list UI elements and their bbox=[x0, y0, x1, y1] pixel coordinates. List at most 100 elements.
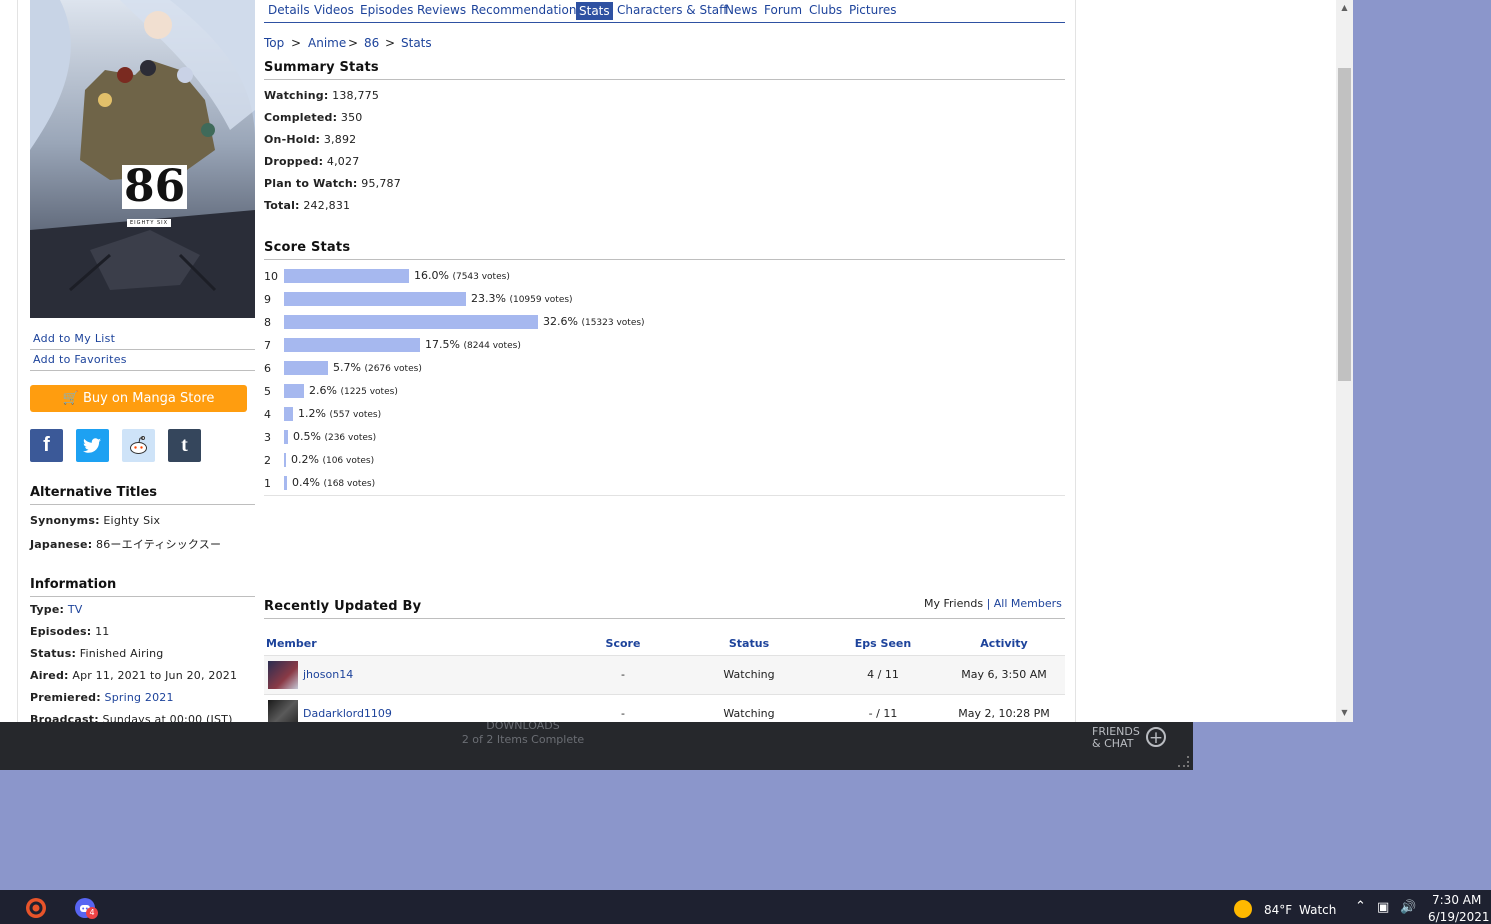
add-friend-icon[interactable]: + bbox=[1146, 727, 1166, 748]
score-bar bbox=[284, 269, 409, 283]
synonyms-label: Synonyms: bbox=[30, 514, 100, 527]
episodes-value: 11 bbox=[95, 625, 110, 638]
all-members-link[interactable]: All Members bbox=[994, 597, 1062, 610]
tab-news[interactable]: News bbox=[725, 3, 757, 17]
score-percent: 16.0% bbox=[414, 269, 449, 282]
tab-episodes[interactable]: Episodes bbox=[360, 3, 413, 17]
twitter-share-icon[interactable] bbox=[76, 429, 109, 462]
score-percent: 0.2% bbox=[291, 453, 319, 466]
avatar[interactable] bbox=[268, 700, 298, 722]
discord-badge: 4 bbox=[86, 907, 98, 919]
summary-total: Total: 242,831 bbox=[264, 199, 350, 212]
breadcrumb-separator: > bbox=[348, 36, 359, 50]
summary-on-hold: On-Hold: 3,892 bbox=[264, 133, 356, 146]
clock-time[interactable]: 7:30 AM bbox=[1432, 893, 1481, 907]
score-percent-label: 2.6% (1225 votes) bbox=[309, 384, 398, 397]
reddit-share-icon[interactable] bbox=[122, 429, 155, 462]
score-percent-label: 5.7% (2676 votes) bbox=[333, 361, 422, 374]
buy-button-label: Buy on Manga Store bbox=[82, 391, 215, 406]
resize-grip-icon[interactable] bbox=[1178, 756, 1189, 767]
poster-title: 86 bbox=[122, 161, 188, 212]
summary-plan-to-watch: Plan to Watch: 95,787 bbox=[264, 177, 401, 190]
score-bar bbox=[284, 315, 538, 329]
volume-icon[interactable]: 🔊 bbox=[1400, 900, 1416, 915]
score-votes: (2676 votes) bbox=[364, 364, 422, 374]
buy-on-manga-store-button[interactable]: 🛒 Buy on Manga Store bbox=[30, 385, 247, 412]
clock-date[interactable]: 6/19/2021 bbox=[1428, 910, 1490, 924]
origin-app-icon[interactable] bbox=[26, 898, 46, 918]
taskbar: 4 84°F Watch ⌃ ▣ 🔊 7:30 AM 6/19/2021 bbox=[0, 890, 1491, 924]
avatar[interactable] bbox=[268, 661, 298, 689]
premiered-link[interactable]: Spring 2021 bbox=[105, 691, 174, 704]
score-percent-label: 16.0% (7543 votes) bbox=[414, 269, 510, 282]
column-score[interactable]: Score bbox=[590, 637, 656, 650]
divider bbox=[264, 618, 1065, 619]
breadcrumb-stats[interactable]: Stats bbox=[401, 36, 432, 50]
downloads-status: 2 of 2 Items Complete bbox=[461, 733, 585, 746]
weather-label[interactable]: Watch bbox=[1299, 903, 1336, 917]
score-percent-label: 0.5% (236 votes) bbox=[293, 430, 376, 443]
score-value: 8 bbox=[264, 316, 271, 329]
tab-recommendations[interactable]: Recommendations bbox=[471, 3, 583, 17]
tab-pictures[interactable]: Pictures bbox=[849, 3, 897, 17]
column-activity[interactable]: Activity bbox=[964, 637, 1044, 650]
vertical-scrollbar[interactable]: ▲ ▼ bbox=[1336, 0, 1353, 722]
add-to-my-list-link[interactable]: Add to My List bbox=[33, 332, 115, 345]
browser-window: 86 EIGHTY SIX Add to My List Add to Favo… bbox=[0, 0, 1353, 722]
recently-updated-heading: Recently Updated By bbox=[264, 599, 422, 614]
tab-characters-staff[interactable]: Characters & Staff bbox=[617, 3, 727, 17]
weather-sun-icon[interactable] bbox=[1234, 900, 1252, 918]
japanese-value: 86ーエイティシックスー bbox=[96, 538, 222, 551]
score-votes: (7543 votes) bbox=[452, 272, 510, 282]
tab-details[interactable]: Details bbox=[268, 3, 310, 17]
score-percent-label: 1.2% (557 votes) bbox=[298, 407, 381, 420]
scrollbar-thumb[interactable] bbox=[1338, 68, 1351, 381]
divider bbox=[264, 259, 1065, 260]
episodes-row: Episodes: 11 bbox=[30, 625, 109, 638]
divider bbox=[30, 370, 255, 371]
friends-chat-button[interactable]: FRIENDS & CHAT bbox=[1092, 726, 1140, 750]
divider bbox=[30, 596, 255, 597]
tumblr-share-icon[interactable]: t bbox=[168, 429, 201, 462]
summary-label: On-Hold: bbox=[264, 133, 321, 146]
chevron-up-icon[interactable]: ⌃ bbox=[1355, 899, 1366, 914]
breadcrumb-anime[interactable]: Anime bbox=[308, 36, 346, 50]
scroll-up-icon[interactable]: ▲ bbox=[1336, 3, 1353, 12]
tab-forum[interactable]: Forum bbox=[764, 3, 802, 17]
network-icon[interactable]: ▣ bbox=[1377, 900, 1389, 915]
add-to-favorites-link[interactable]: Add to Favorites bbox=[33, 353, 127, 366]
poster-subtitle: EIGHTY SIX bbox=[127, 219, 172, 227]
type-link[interactable]: TV bbox=[68, 603, 83, 616]
discord-app-icon[interactable]: 4 bbox=[75, 898, 98, 919]
poster-art bbox=[30, 0, 255, 318]
divider bbox=[30, 349, 255, 350]
my-friends-link[interactable]: My Friends bbox=[924, 597, 983, 610]
member-link[interactable]: Dadarklord1109 bbox=[303, 707, 392, 720]
tab-videos[interactable]: Videos bbox=[314, 3, 354, 17]
column-member[interactable]: Member bbox=[266, 637, 317, 650]
member-status: Watching bbox=[723, 707, 775, 720]
aired-value: Apr 11, 2021 to Jun 20, 2021 bbox=[72, 669, 238, 682]
score-percent-label: 23.3% (10959 votes) bbox=[471, 292, 573, 305]
breadcrumb-separator: > bbox=[385, 36, 396, 50]
score-stats-heading: Score Stats bbox=[264, 240, 351, 255]
facebook-share-icon[interactable]: f bbox=[30, 429, 63, 462]
summary-value: 95,787 bbox=[361, 177, 401, 190]
member-link[interactable]: jhoson14 bbox=[303, 668, 353, 681]
breadcrumb-top[interactable]: Top bbox=[264, 36, 284, 50]
column-eps-seen[interactable]: Eps Seen bbox=[843, 637, 923, 650]
score-percent: 32.6% bbox=[543, 315, 578, 328]
tab-stats[interactable]: Stats bbox=[576, 2, 613, 20]
score-bar bbox=[284, 292, 466, 306]
tab-reviews[interactable]: Reviews bbox=[417, 3, 466, 17]
broadcast-value: Sundays at 00:00 (JST) bbox=[102, 713, 233, 722]
anime-poster[interactable]: 86 EIGHTY SIX bbox=[30, 0, 255, 318]
breadcrumb-86[interactable]: 86 bbox=[364, 36, 379, 50]
cart-icon: 🛒 bbox=[62, 391, 79, 406]
column-status[interactable]: Status bbox=[709, 637, 789, 650]
scroll-down-icon[interactable]: ▼ bbox=[1336, 708, 1353, 717]
steam-bottom-bar: DOWNLOADS 2 of 2 Items Complete FRIENDS … bbox=[0, 719, 1193, 770]
tab-clubs[interactable]: Clubs bbox=[809, 3, 842, 17]
member-score: - bbox=[621, 707, 625, 720]
weather-temp[interactable]: 84°F bbox=[1264, 903, 1292, 917]
